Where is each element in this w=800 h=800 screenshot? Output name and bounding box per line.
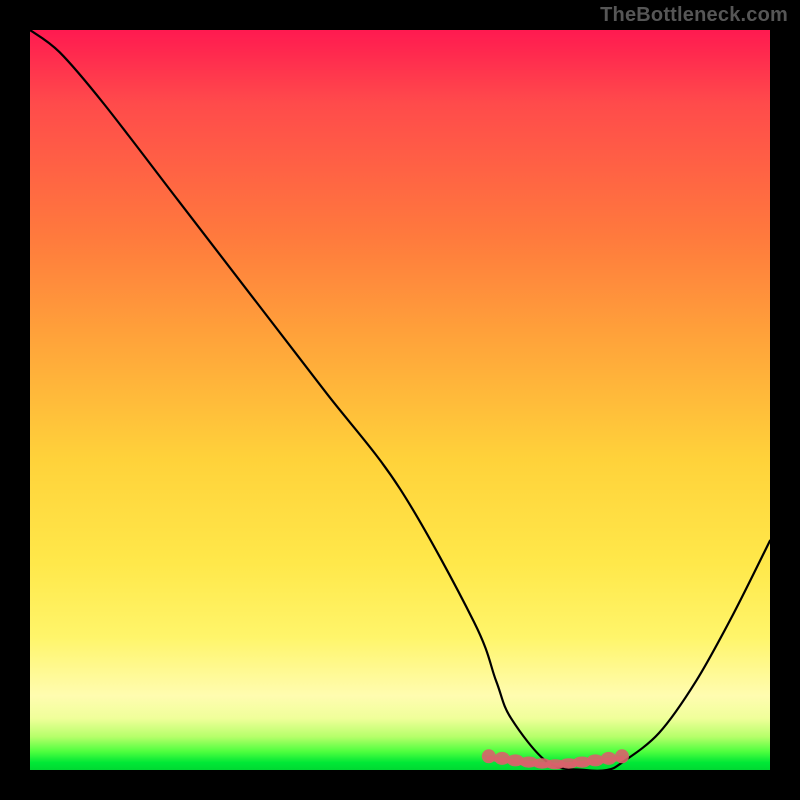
series-curve <box>30 30 770 770</box>
plot-svg <box>30 30 770 770</box>
chart-frame: TheBottleneck.com <box>0 0 800 800</box>
optimal-marker-dot <box>615 749 629 763</box>
optimal-marker-dot <box>601 752 617 765</box>
optimal-marker-dot <box>482 749 496 763</box>
plot-area <box>30 30 770 770</box>
optimal-range-markers <box>482 749 629 769</box>
attribution-label: TheBottleneck.com <box>600 4 788 27</box>
